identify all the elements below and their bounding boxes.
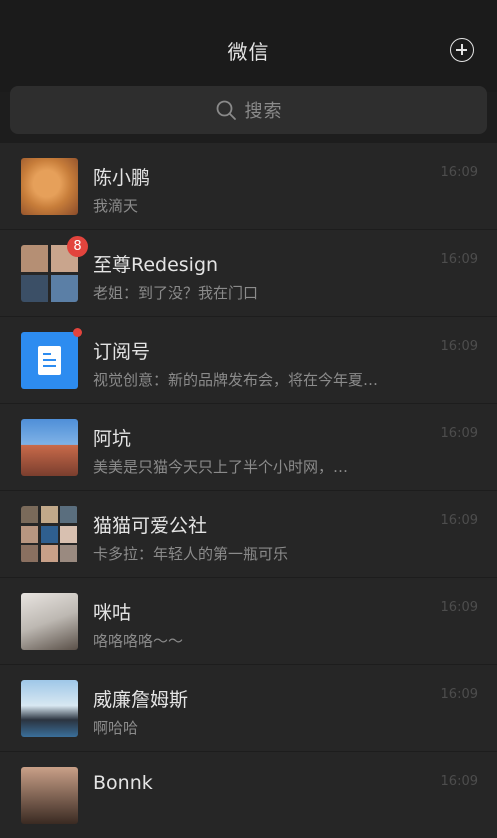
chat-name: 至尊Redesign xyxy=(93,254,219,276)
chat-list: 陈小鹏 我滴天 16:09 8 至尊Redesign 老姐：到了没？我在门口 1… xyxy=(0,142,497,838)
chat-preview: 我滴天 xyxy=(93,197,139,215)
search-placeholder: 搜索 xyxy=(244,101,283,122)
chat-preview: 视觉创意：新的品牌发布会，将在今年夏… xyxy=(93,371,379,389)
chat-row[interactable]: Bonnk 16:09 xyxy=(0,751,497,838)
chat-name: 陈小鹏 xyxy=(93,167,151,189)
search-bar[interactable]: 搜索 xyxy=(10,86,487,134)
chat-name: 咪咕 xyxy=(93,602,132,624)
chat-time: 16:09 xyxy=(440,165,478,180)
chat-preview: 老姐：到了没？我在门口 xyxy=(93,284,259,302)
chat-time: 16:09 xyxy=(440,252,478,267)
chat-time: 16:09 xyxy=(440,687,478,702)
chat-row[interactable]: 猫猫可爱公社 卡多拉：年轻人的第一瓶可乐 16:09 xyxy=(0,490,497,577)
chat-name: 订阅号 xyxy=(93,341,151,363)
avatar xyxy=(21,593,78,650)
avatar xyxy=(21,680,78,737)
subscription-avatar xyxy=(21,332,78,389)
document-icon xyxy=(38,346,61,375)
chat-time: 16:09 xyxy=(440,600,478,615)
chat-time: 16:09 xyxy=(440,774,478,789)
chat-preview: 卡多拉：年轻人的第一瓶可乐 xyxy=(93,545,289,563)
chat-preview: 咯咯咯咯～～ xyxy=(93,632,184,650)
page-title: 微信 xyxy=(227,40,270,64)
chat-time: 16:09 xyxy=(440,426,478,441)
navigation-bar: 微信 xyxy=(0,0,497,92)
chat-row[interactable]: 陈小鹏 我滴天 16:09 xyxy=(0,142,497,229)
chat-name: 阿坑 xyxy=(93,428,132,450)
chat-row[interactable]: 咪咕 咯咯咯咯～～ 16:09 xyxy=(0,577,497,664)
avatar xyxy=(21,419,78,476)
chat-time: 16:09 xyxy=(440,513,478,528)
plus-circle-icon[interactable] xyxy=(450,38,474,62)
chat-row[interactable]: 订阅号 视觉创意：新的品牌发布会，将在今年夏… 16:09 xyxy=(0,316,497,403)
chat-preview: 啊哈哈 xyxy=(93,719,139,737)
chat-name: 猫猫可爱公社 xyxy=(93,515,208,537)
chat-name: 威廉詹姆斯 xyxy=(93,689,189,711)
chat-row[interactable]: 阿坑 美美是只猫今天只上了半个小时网，… 16:09 xyxy=(0,403,497,490)
chat-row[interactable]: 8 至尊Redesign 老姐：到了没？我在门口 16:09 xyxy=(0,229,497,316)
search-icon xyxy=(216,100,236,120)
avatar xyxy=(21,767,78,824)
chat-name: Bonnk xyxy=(93,772,153,794)
chat-row[interactable]: 威廉詹姆斯 啊哈哈 16:09 xyxy=(0,664,497,751)
unread-badge: 8 xyxy=(67,236,88,257)
avatar xyxy=(21,158,78,215)
unread-dot xyxy=(73,328,82,337)
chat-time: 16:09 xyxy=(440,339,478,354)
chat-preview: 美美是只猫今天只上了半个小时网，… xyxy=(93,458,349,476)
group-avatar xyxy=(21,506,78,563)
